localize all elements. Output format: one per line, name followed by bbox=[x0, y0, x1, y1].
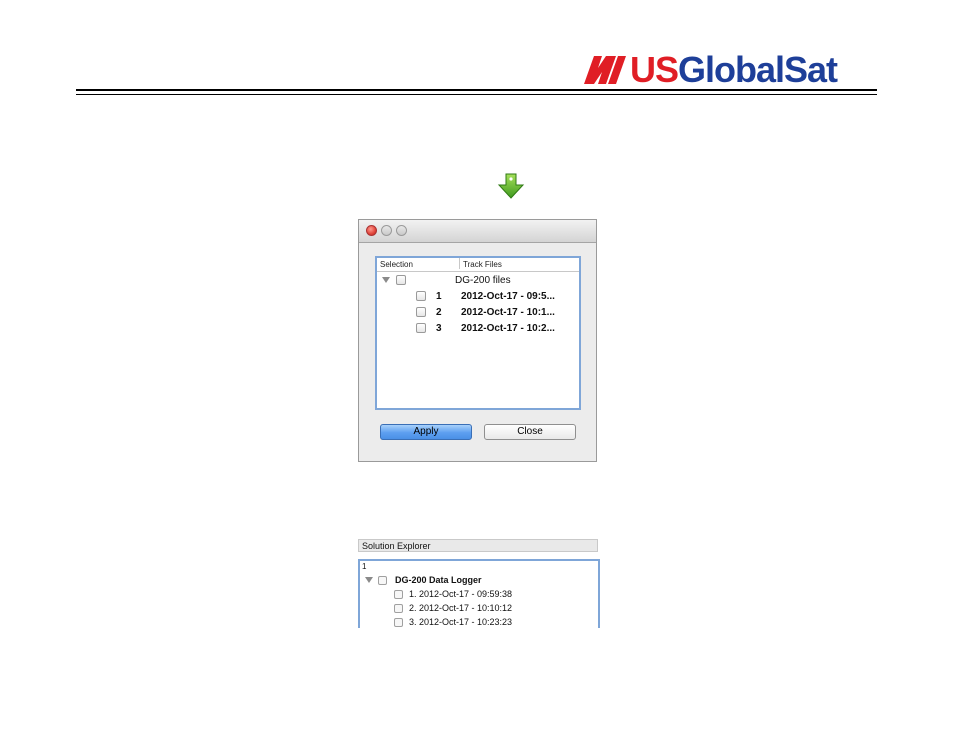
file-checkbox[interactable] bbox=[416, 291, 426, 301]
download-arrow-icon[interactable] bbox=[497, 172, 525, 200]
solution-explorer-subheader: 1 bbox=[362, 562, 367, 571]
log-item-checkbox[interactable] bbox=[394, 589, 403, 599]
column-track-files[interactable]: Track Files bbox=[459, 258, 502, 269]
tree-root-row[interactable]: DG-200 files bbox=[382, 272, 511, 288]
file-name: 2012-Oct-17 - 09:5... bbox=[461, 290, 555, 302]
log-item-row[interactable]: 3. 2012-Oct-17 - 10:23:23 bbox=[394, 615, 512, 628]
logo-globalsat-text: GlobalSat bbox=[678, 49, 838, 90]
log-item-checkbox[interactable] bbox=[394, 617, 403, 627]
track-files-tree[interactable]: Selection Track Files DG-200 files 1 201… bbox=[375, 256, 581, 410]
file-row[interactable]: 1 2012-Oct-17 - 09:5... bbox=[416, 288, 555, 304]
solution-explorer-title: Solution Explorer bbox=[358, 539, 598, 552]
apply-button[interactable]: Apply bbox=[380, 424, 472, 440]
logger-root-row[interactable]: DG-200 Data Logger bbox=[365, 573, 482, 587]
root-checkbox[interactable] bbox=[378, 575, 387, 585]
file-row[interactable]: 3 2012-Oct-17 - 10:2... bbox=[416, 320, 555, 336]
disclosure-triangle-icon[interactable] bbox=[382, 277, 390, 283]
column-selection[interactable]: Selection bbox=[380, 260, 413, 269]
file-checkbox[interactable] bbox=[416, 323, 426, 333]
root-checkbox[interactable] bbox=[396, 275, 406, 285]
file-number: 2 bbox=[436, 306, 442, 318]
close-button[interactable]: Close bbox=[484, 424, 576, 440]
solution-explorer-panel: Solution Explorer 1 DG-200 Data Logger 1… bbox=[358, 539, 600, 628]
file-name: 2012-Oct-17 - 10:1... bbox=[461, 306, 555, 318]
log-item-label: 3. 2012-Oct-17 - 10:23:23 bbox=[409, 617, 513, 627]
file-name: 2012-Oct-17 - 10:2... bbox=[461, 322, 555, 334]
log-item-label: 2. 2012-Oct-17 - 10:10:12 bbox=[409, 603, 513, 613]
usglobalsat-logo: US GlobalSat bbox=[582, 49, 838, 90]
header-rule-thin bbox=[76, 94, 877, 95]
close-window-icon[interactable] bbox=[366, 225, 377, 236]
logo-mark-icon bbox=[584, 56, 626, 84]
log-item-checkbox[interactable] bbox=[394, 603, 403, 613]
file-row[interactable]: 2 2012-Oct-17 - 10:1... bbox=[416, 304, 555, 320]
logger-root-label: DG-200 Data Logger bbox=[395, 575, 482, 585]
logo-us-text: US bbox=[630, 49, 679, 90]
zoom-window-icon[interactable] bbox=[396, 225, 407, 236]
file-number: 3 bbox=[436, 322, 442, 334]
minimize-window-icon[interactable] bbox=[381, 225, 392, 236]
file-number: 1 bbox=[436, 290, 442, 302]
dialog-titlebar bbox=[359, 220, 596, 243]
log-item-row[interactable]: 1. 2012-Oct-17 - 09:59:38 bbox=[394, 587, 512, 601]
track-files-dialog: Selection Track Files DG-200 files 1 201… bbox=[358, 219, 597, 462]
log-item-row[interactable]: 2. 2012-Oct-17 - 10:10:12 bbox=[394, 601, 512, 615]
tree-header: Selection Track Files bbox=[377, 258, 579, 272]
header-rule-thick bbox=[76, 89, 877, 91]
solution-explorer-tree[interactable]: 1 DG-200 Data Logger 1. 2012-Oct-17 - 09… bbox=[358, 559, 600, 628]
disclosure-triangle-icon[interactable] bbox=[365, 577, 373, 583]
file-checkbox[interactable] bbox=[416, 307, 426, 317]
log-item-label: 1. 2012-Oct-17 - 09:59:38 bbox=[409, 589, 513, 599]
root-label: DG-200 files bbox=[455, 274, 511, 286]
